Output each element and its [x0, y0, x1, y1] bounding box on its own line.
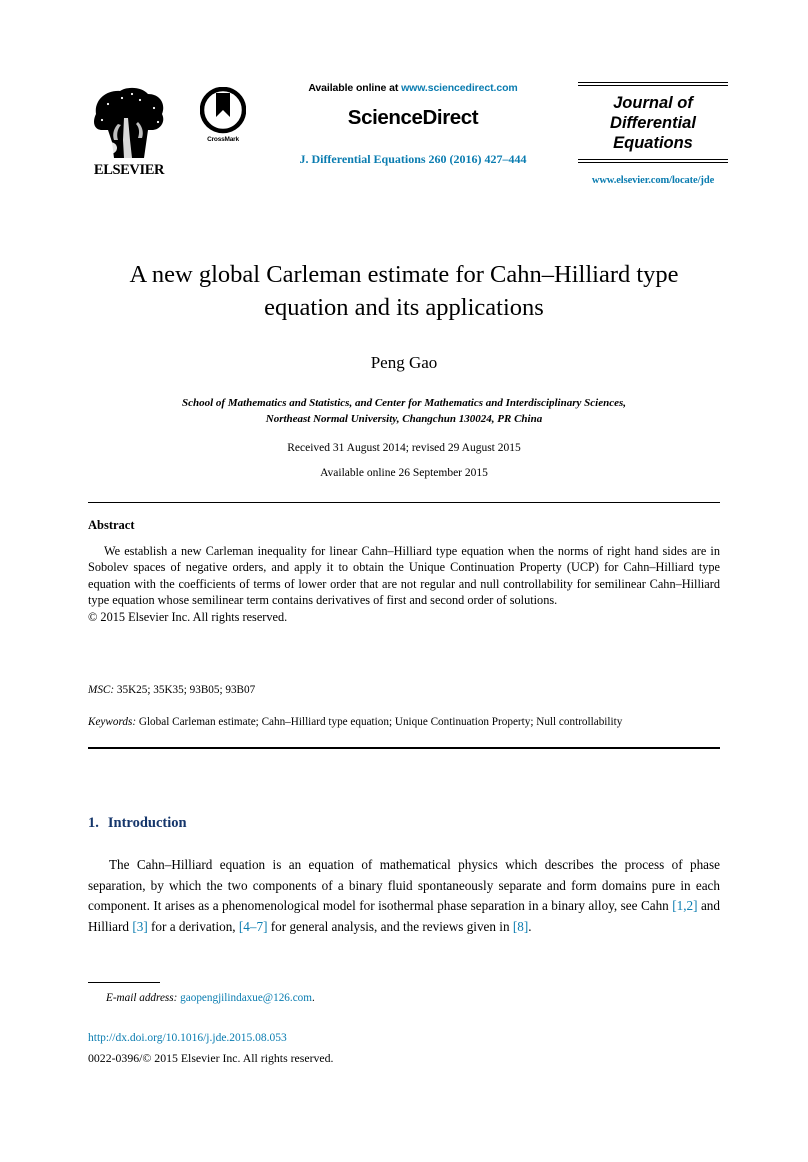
keywords-value: Global Carleman estimate; Cahn–Hilliard …: [136, 716, 623, 728]
section-title: Introduction: [107, 815, 187, 831]
intro-text-1: The Cahn–Hilliard equation is an equatio…: [88, 857, 720, 914]
keywords-line: Keywords: Global Carleman estimate; Cahn…: [88, 716, 728, 728]
author-name: Peng Gao: [370, 353, 438, 372]
intro-text-3: for a derivation,: [147, 918, 239, 934]
masthead: ELSEVIER CrossMark Available online at w…: [88, 82, 728, 197]
keywords-bottom-divider: [88, 747, 720, 749]
title-line-1: A new global Carleman estimate for Cahn–…: [129, 261, 679, 288]
journal-name-line-1: Journal of: [613, 94, 693, 112]
introduction-paragraph: The Cahn–Hilliard equation is an equatio…: [88, 855, 720, 937]
title-block: A new global Carleman estimate for Cahn–…: [88, 258, 720, 479]
journal-name: Journal of Differential Equations: [578, 93, 728, 153]
abstract-body-text: We establish a new Carleman inequality f…: [88, 544, 720, 608]
sciencedirect-wordmark: ScienceDirect: [347, 106, 479, 129]
journal-name-line-2: Differential: [610, 114, 696, 132]
affiliation-line-2: Northeast Normal University, Changchun 1…: [265, 413, 543, 425]
journal-reference-line[interactable]: J. Differential Equations 260 (2016) 427…: [238, 152, 588, 167]
section-heading-introduction: 1. Introduction: [88, 815, 187, 832]
email-address-link[interactable]: gaopengjilindaxue@126.com: [180, 992, 312, 1004]
section-number: 1.: [88, 815, 99, 831]
received-dates: Received 31 August 2014; revised 29 Augu…: [287, 442, 521, 454]
citation-link-4[interactable]: [8]: [513, 919, 528, 934]
abstract-section: Abstract We establish a new Carleman ine…: [88, 518, 720, 625]
journal-name-line-3: Equations: [613, 134, 693, 152]
available-online-line: Available online at www.sciencedirect.co…: [238, 82, 588, 94]
email-footnote: E-mail address: gaopengjilindaxue@126.co…: [88, 992, 315, 1004]
abstract-heading: Abstract: [88, 518, 135, 532]
citation-link-2[interactable]: [3]: [132, 919, 147, 934]
keywords-label: Keywords:: [88, 716, 137, 728]
paper-page: ELSEVIER CrossMark Available online at w…: [0, 0, 808, 1162]
citation-link-1[interactable]: [1,2]: [672, 898, 697, 913]
journal-title-box: Journal of Differential Equations www.el…: [578, 82, 728, 186]
author-affiliation: School of Mathematics and Statistics, an…: [88, 395, 720, 427]
msc-label: MSC:: [88, 684, 115, 696]
footnote-divider: [88, 982, 160, 983]
abstract-top-divider: [88, 502, 720, 503]
journal-box-bottom-rule: [578, 159, 728, 163]
journal-box-top-rule: [578, 82, 728, 86]
title-line-2: equation and its applications: [264, 294, 544, 321]
available-online-date: Available online 26 September 2015: [320, 467, 488, 479]
sciencedirect-block: Available online at www.sciencedirect.co…: [238, 82, 588, 167]
abstract-copyright: © 2015 Elsevier Inc. All rights reserved…: [88, 609, 288, 624]
msc-value: 35K25; 35K35; 93B05; 93B07: [114, 684, 256, 696]
journal-homepage-link[interactable]: www.elsevier.com/locate/jde: [578, 175, 728, 186]
intro-text-5: .: [528, 918, 532, 934]
elsevier-logo: ELSEVIER: [88, 84, 170, 176]
email-suffix: .: [311, 992, 315, 1004]
svg-text:ELSEVIER: ELSEVIER: [94, 162, 165, 176]
sciencedirect-link[interactable]: www.sciencedirect.com: [401, 82, 518, 94]
affiliation-line-1: School of Mathematics and Statistics, an…: [181, 397, 626, 409]
page-title: A new global Carleman estimate for Cahn–…: [88, 258, 720, 324]
abstract-text: We establish a new Carleman inequality f…: [88, 543, 720, 609]
citation-link-3[interactable]: [4–7]: [239, 919, 268, 934]
doi-link[interactable]: http://dx.doi.org/10.1016/j.jde.2015.08.…: [88, 1032, 287, 1044]
available-online-prefix: Available online at: [308, 82, 402, 94]
msc-line: MSC: 35K25; 35K35; 93B05; 93B07: [88, 684, 720, 696]
issn-copyright-line: 0022-0396/© 2015 Elsevier Inc. All right…: [88, 1051, 334, 1065]
intro-text-4: for general analysis, and the reviews gi…: [267, 918, 513, 934]
email-label: E-mail address:: [106, 992, 178, 1004]
